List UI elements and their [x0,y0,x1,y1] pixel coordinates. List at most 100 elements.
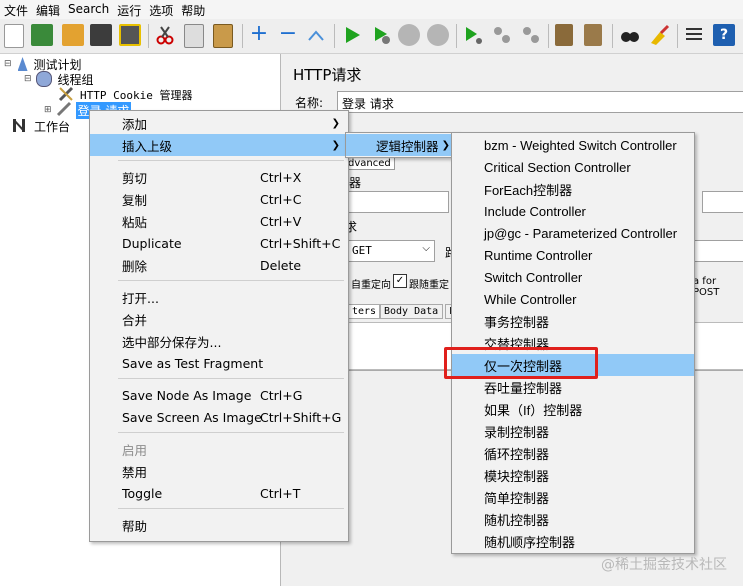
follow-redirects-checkbox[interactable]: ✓ [393,274,407,288]
controller-if[interactable]: 如果（If）控制器 [452,398,694,420]
collapse-icon[interactable]: − [277,23,299,46]
watermark: @稀土掘金技术社区 [601,557,727,573]
section-server-label: 器 [349,176,362,190]
menu-item-open[interactable]: 打开... [90,286,348,308]
menu-item-paste[interactable]: 粘贴 Ctrl+V [90,210,348,232]
tree-collapse-icon[interactable]: ⊟ [24,74,32,84]
server-field[interactable] [347,191,449,213]
menu-item-disable[interactable]: 禁用 [90,460,348,482]
menu-item-help[interactable]: 帮助 [90,514,348,536]
save-icon[interactable] [90,24,112,46]
controller-include[interactable]: Include Controller [452,200,694,222]
tab-parameters[interactable]: ters [347,304,382,319]
name-label: 名称: [295,96,324,110]
toolbar: + − ? [0,19,743,54]
menu-item-enable: 启用 [122,442,148,458]
menu-file[interactable]: 文件 [0,0,32,19]
clear-icon[interactable] [555,24,573,46]
menu-search[interactable]: Search [64,0,113,19]
tree-collapse-icon[interactable]: ⊟ [4,59,12,69]
menu-item-save-selection[interactable]: 选中部分保存为... [90,330,348,352]
test-plan-icon [17,57,28,71]
menu-item-merge[interactable]: 合并 [90,308,348,330]
menu-item-delete[interactable]: 删除 Delete [90,254,348,276]
gear-icon [35,71,52,87]
post-note: a for POST [693,276,720,298]
stop-icon[interactable] [398,24,420,46]
controller-critical-section[interactable]: Critical Section Controller [452,156,694,178]
menu-item-add[interactable]: 添加 ❯ [90,112,348,134]
menubar: 文件 编辑 Search 运行 选项 帮助 [0,0,743,19]
controller-random-order[interactable]: 随机顺序控制器 [452,530,694,552]
controller-foreach[interactable]: ForEach控制器 [452,178,694,200]
function-helper-icon[interactable] [683,24,705,46]
menu-options[interactable]: 选项 [145,0,177,19]
save-edit-icon[interactable] [119,24,141,46]
templates-icon[interactable] [31,24,53,46]
remote-shutdown-icon[interactable] [520,24,542,46]
tab-body-data[interactable]: Body Data [379,304,444,319]
start-no-pause-icon[interactable] [370,24,392,46]
workbench-icon [10,117,28,136]
name-field[interactable]: 登录 请求 [337,91,743,113]
menu-item-insert-parent[interactable]: 插入上级 ❯ [90,134,348,156]
annotation-highlight-box [444,347,598,379]
menu-item-save-screen-image[interactable]: Save Screen As Image Ctrl+Shift+G [90,406,348,428]
cut-icon[interactable] [154,24,176,46]
controller-random[interactable]: 随机控制器 [452,508,694,530]
shutdown-icon[interactable] [427,24,449,46]
name-field-value: 登录 请求 [342,97,394,111]
chevron-right-icon: ❯ [331,139,340,151]
search-icon[interactable] [619,24,641,46]
remote-stop-icon[interactable] [491,24,513,46]
controller-weighted-switch[interactable]: bzm - Weighted Switch Controller [452,134,694,156]
menu-item-toggle[interactable]: Toggle Ctrl+T [90,482,348,504]
menu-edit[interactable]: 编辑 [32,0,64,19]
method-select[interactable]: GET ⌵ [347,240,435,262]
controller-switch[interactable]: Switch Controller [452,266,694,288]
menu-help[interactable]: 帮助 [177,0,209,19]
reset-search-icon[interactable] [648,24,670,46]
menu-run[interactable]: 运行 [113,0,145,19]
follow-redirects-label: 跟随重定 [409,280,449,291]
controller-throughput[interactable]: 吞吐量控制器 [452,376,694,398]
tree-label: 工作台 [34,119,71,134]
controller-runtime[interactable]: Runtime Controller [452,244,694,266]
port-field[interactable] [702,191,743,213]
redirect-label: 自重定向 [351,280,391,291]
menu-item-logic-controller[interactable]: 逻辑控制器 ❯ [346,134,458,156]
controller-loop[interactable]: 循环控制器 [452,442,694,464]
controller-transaction[interactable]: 事务控制器 [452,310,694,332]
menu-item-cut[interactable]: 剪切 Ctrl+X [90,166,348,188]
controller-parameterized[interactable]: jp@gc - Parameterized Controller [452,222,694,244]
chevron-right-icon: ❯ [441,139,450,151]
paste-icon[interactable] [213,24,233,48]
submenu-insert-parent: 逻辑控制器 ❯ [345,132,459,158]
menu-item-duplicate[interactable]: Duplicate Ctrl+Shift+C [90,232,348,254]
method-value: GET [352,244,372,257]
controller-while[interactable]: While Controller [452,288,694,310]
clear-all-icon[interactable] [584,24,602,46]
menu-item-save-node-image[interactable]: Save Node As Image Ctrl+G [90,384,348,406]
open-icon[interactable] [62,24,84,46]
copy-icon[interactable] [184,24,204,48]
new-icon[interactable] [4,24,24,48]
chevron-down-icon: ⌵ [422,243,430,254]
panel-title: HTTP请求 [293,66,362,84]
controller-simple[interactable]: 简单控制器 [452,486,694,508]
start-icon[interactable] [341,24,363,46]
tree-expand-icon[interactable]: ⊞ [44,105,52,115]
controller-recording[interactable]: 录制控制器 [452,420,694,442]
chevron-right-icon: ❯ [331,117,340,129]
submenu-logic-controllers: bzm - Weighted Switch Controller Critica… [451,132,695,554]
tab-advanced[interactable]: dvanced [344,157,395,170]
expand-icon[interactable]: + [248,23,270,46]
help-icon[interactable]: ? [713,24,735,46]
menu-item-save-fragment[interactable]: Save as Test Fragment [90,352,348,374]
menu-item-copy[interactable]: 复制 Ctrl+C [90,188,348,210]
toggle-icon[interactable] [305,24,327,46]
controller-module[interactable]: 模块控制器 [452,464,694,486]
context-menu: 添加 ❯ 插入上级 ❯ 剪切 Ctrl+X 复制 Ctrl+C 粘贴 Ctrl+V Dup… [89,110,349,542]
tree-node-workbench[interactable]: 工作台 [10,118,70,134]
remote-start-icon[interactable] [462,24,484,46]
